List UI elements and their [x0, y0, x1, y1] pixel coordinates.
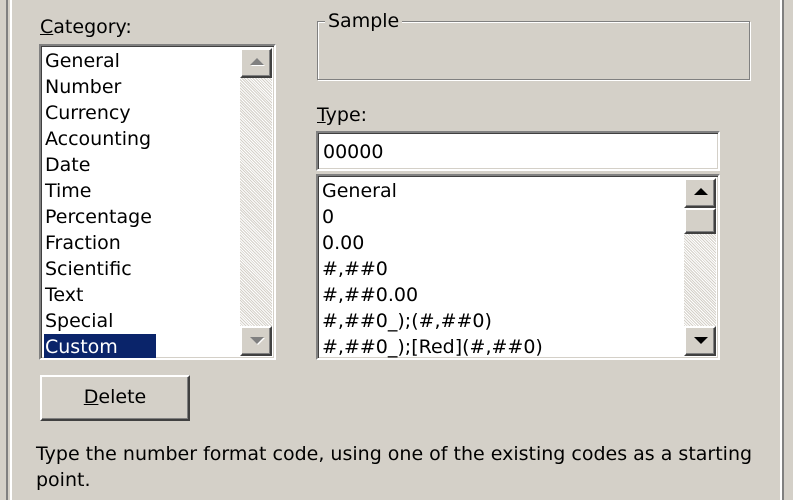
- type-list-items: General 0 0.00 #,##0 #,##0.00 #,##0_);(#,##0)…: [321, 178, 547, 358]
- category-item[interactable]: Scientific: [44, 256, 156, 282]
- type-item[interactable]: General: [321, 178, 547, 204]
- dialog-left-edge: [0, 0, 12, 500]
- category-list-items: General Number Currency Accounting Date Time P…: [44, 48, 156, 358]
- type-label: Type:: [317, 104, 367, 126]
- category-item[interactable]: Accounting: [44, 126, 156, 152]
- type-scroll-up-button[interactable]: [684, 178, 716, 208]
- category-label: Category:: [40, 16, 132, 38]
- category-item[interactable]: Time: [44, 178, 156, 204]
- category-scrollbar[interactable]: [240, 48, 272, 356]
- type-listbox[interactable]: General 0 0.00 #,##0 #,##0.00 #,##0_);(#,##0)…: [316, 174, 720, 360]
- type-scroll-down-button[interactable]: [684, 326, 716, 356]
- type-item[interactable]: #,##0: [321, 256, 547, 282]
- category-item[interactable]: Date: [44, 152, 156, 178]
- type-item[interactable]: 0.00: [321, 230, 547, 256]
- category-item[interactable]: Currency: [44, 100, 156, 126]
- type-label-mnemonic: T: [317, 104, 326, 126]
- delete-button-rest: elete: [98, 386, 147, 408]
- dialog-right-edge: [780, 0, 793, 500]
- type-scroll-thumb[interactable]: [684, 208, 716, 234]
- type-format-input[interactable]: 00000: [316, 131, 720, 171]
- type-item[interactable]: #,##0_);[Red](#,##0): [321, 334, 547, 358]
- type-item[interactable]: 0: [321, 204, 547, 230]
- type-label-rest: ype:: [325, 104, 368, 126]
- type-scrollbar[interactable]: [684, 178, 716, 356]
- category-item[interactable]: Text: [44, 282, 156, 308]
- category-label-mnemonic: C: [40, 16, 54, 38]
- scroll-down-arrow-icon: [250, 337, 264, 344]
- category-scroll-up-button[interactable]: [240, 48, 272, 78]
- scroll-up-arrow-icon: [250, 58, 264, 65]
- delete-button-mnemonic: D: [83, 386, 99, 408]
- type-item[interactable]: #,##0.00: [321, 282, 547, 308]
- category-item[interactable]: Special: [44, 308, 156, 334]
- delete-button[interactable]: Delete: [40, 375, 190, 421]
- category-item[interactable]: Fraction: [44, 230, 156, 256]
- category-item[interactable]: General: [44, 48, 156, 74]
- scroll-down-arrow-icon: [694, 337, 708, 344]
- scroll-up-arrow-icon: [694, 188, 708, 195]
- sample-label: Sample: [325, 10, 403, 32]
- help-text: Type the number format code, using one o…: [36, 443, 753, 491]
- type-format-input-value: 00000: [323, 141, 384, 163]
- category-label-rest: ategory:: [53, 16, 132, 38]
- category-scroll-down-button[interactable]: [240, 326, 272, 356]
- category-item[interactable]: Custom: [44, 334, 156, 358]
- category-listbox[interactable]: General Number Currency Accounting Date Time P…: [39, 44, 276, 360]
- category-item[interactable]: Percentage: [44, 204, 156, 230]
- category-item[interactable]: Number: [44, 74, 156, 100]
- type-item[interactable]: #,##0_);(#,##0): [321, 308, 547, 334]
